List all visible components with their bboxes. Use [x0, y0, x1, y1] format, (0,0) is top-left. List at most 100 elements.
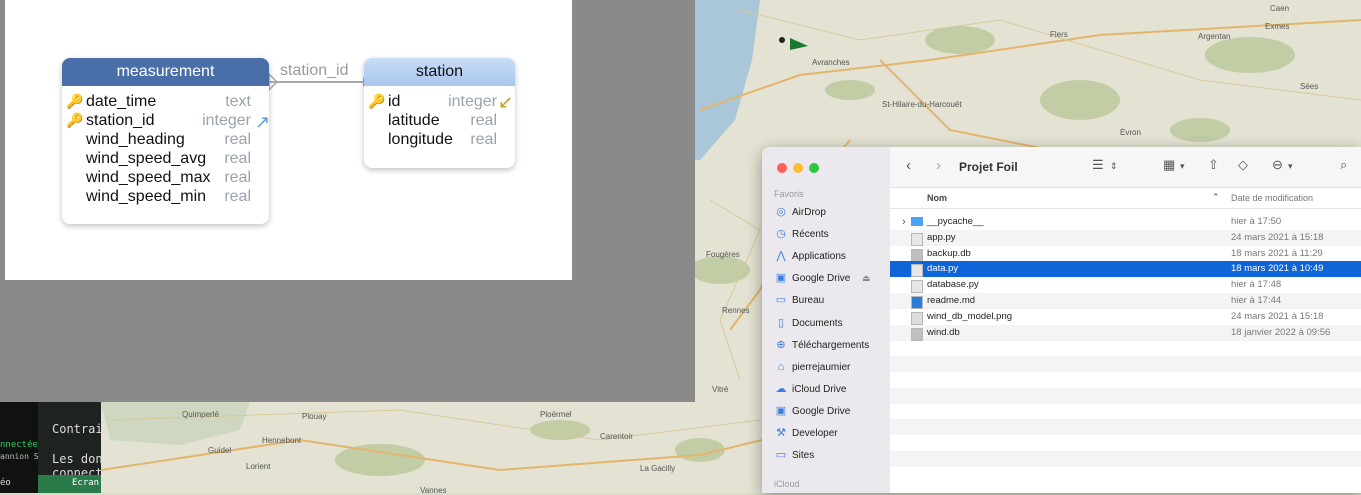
field-name: wind_speed_max [86, 169, 211, 186]
terminal-line: Les don [52, 452, 101, 466]
key-icon: 🔑 [66, 93, 84, 109]
map-label: Flers [1050, 30, 1068, 39]
sidebar-item-label: iCloud Drive [792, 383, 847, 395]
sidebar-item[interactable]: ▣ Google Drive ⏏ [774, 268, 871, 288]
field-name: wind_speed_avg [86, 150, 207, 167]
link-arrow-icon: ↙ [498, 92, 514, 112]
column-name-header[interactable]: Nom [927, 193, 947, 203]
field-row: wind_speed_max real [62, 168, 269, 187]
window-title: Projet Foil [959, 160, 1018, 174]
link-arrow-icon: ↗ [255, 112, 271, 132]
file-row[interactable]: wind_db_model.png 24 mars 2021 à 15:18 [890, 309, 1361, 325]
file-name: readme.md [927, 295, 976, 306]
file-date: 18 mars 2021 à 11:29 [1231, 247, 1323, 259]
field-name: date_time [86, 93, 157, 110]
file-row[interactable]: data.py 18 mars 2021 à 10:49 [890, 261, 1361, 278]
field-row: wind_speed_min real [62, 187, 269, 206]
file-name: __pycache__ [927, 216, 984, 227]
field-row: wind_speed_avg real [62, 149, 269, 168]
map-label: Lorient [246, 462, 271, 471]
file-row[interactable]: › __pycache__ hier à 17:50 [890, 214, 1361, 230]
file-date: hier à 17:50 [1231, 216, 1282, 227]
map-label: Vitré [712, 385, 729, 394]
field-type: integer [202, 112, 251, 129]
chevron-down-icon[interactable]: ▾ [1288, 161, 1293, 172]
field-row: 🔑 date_time text [62, 92, 269, 111]
empty-row [890, 404, 1361, 420]
close-button[interactable] [777, 163, 787, 173]
back-icon[interactable]: ‹ [906, 157, 911, 174]
terminal-sidebar: nnectée annion Sir éo [0, 402, 48, 493]
applications-icon: ⋀ [776, 250, 786, 263]
share-icon[interactable]: ⇧ [1208, 157, 1219, 173]
field-type: real [470, 112, 497, 129]
map-label: La Gacilly [640, 464, 676, 473]
forward-icon[interactable]: › [936, 157, 941, 174]
sort-chevron-icon[interactable]: ⌃ [1212, 192, 1220, 203]
map-label: Carentoir [600, 432, 633, 441]
tag-icon[interactable]: ◇ [1238, 157, 1248, 173]
sidebar-item-label: Developer [792, 428, 838, 439]
sidebar-item-label: Google Drive [792, 273, 851, 285]
field-type: integer [448, 93, 497, 110]
more-icon[interactable]: ⊖ [1272, 157, 1283, 173]
sidebar-item-label: Applications [792, 251, 846, 263]
sidebar-item[interactable]: ⚒ Developer [774, 423, 838, 443]
file-name: app.py [927, 231, 956, 243]
field-row: 🔑 id integer [364, 92, 515, 111]
column-date-header[interactable]: Date de modification [1231, 193, 1313, 203]
map-label: Sées [1300, 82, 1319, 91]
table-title: station [364, 58, 515, 86]
sidebar-item[interactable]: ⌂ pierrejaumier [774, 357, 851, 377]
terminal-line: Contrai [52, 422, 101, 436]
minimize-button[interactable] [793, 163, 803, 173]
sidebar-item[interactable]: ▭ Sites [774, 445, 814, 465]
disclosure-chevron-icon[interactable]: › [902, 214, 906, 230]
search-icon[interactable]: ⌕ [1340, 157, 1347, 173]
sidebar-item[interactable]: ◎ AirDrop [774, 202, 826, 222]
file-row[interactable]: app.py 24 mars 2021 à 15:18 [890, 229, 1361, 246]
empty-row [890, 435, 1361, 451]
sidebar-item[interactable]: ⋀ Applications [774, 246, 846, 266]
empty-row [890, 387, 1361, 404]
map-label: Exmes [1265, 22, 1290, 31]
field-type: text [225, 93, 251, 110]
sidebar-item-label: pierrejaumier [792, 361, 851, 373]
key-icon: 🔑 [66, 112, 84, 128]
file-row[interactable]: database.py hier à 17:48 [890, 277, 1361, 294]
chevron-updown-icon[interactable]: ⇕ [1110, 161, 1118, 172]
file-name: data.py [927, 263, 959, 275]
eject-icon[interactable]: ⏏ [862, 268, 871, 288]
map-label: Quimperlé [182, 410, 219, 419]
sidebar-item[interactable]: ▯ Documents [774, 313, 843, 333]
zoom-button[interactable] [809, 163, 819, 173]
table-station[interactable]: station 🔑 id integer latitude real longitude r… [364, 58, 515, 168]
markdown-file-icon [911, 296, 923, 309]
file-row[interactable]: wind.db 18 janvier 2022 à 09:56 [890, 324, 1361, 341]
sidebar-item[interactable]: ⊕ Téléchargements [774, 335, 869, 355]
chevron-down-icon[interactable]: ▾ [1180, 161, 1185, 172]
file-name: wind_db_model.png [927, 310, 1013, 322]
sidebar-item[interactable]: ☁ iCloud Drive [774, 379, 847, 399]
sidebar-item[interactable]: ▭ Bureau [774, 290, 824, 310]
diagram-viewer-window: station_id measurement 🔑 date_time text 🔑 st… [0, 0, 695, 402]
file-row[interactable]: readme.md hier à 17:44 [890, 293, 1361, 309]
empty-row [890, 451, 1361, 467]
file-row[interactable]: backup.db 18 mars 2021 à 11:29 [890, 246, 1361, 262]
file-date: 24 mars 2021 à 15:18 [1231, 231, 1324, 243]
sidebar-item-label: Bureau [792, 295, 825, 307]
table-measurement[interactable]: measurement 🔑 date_time text 🔑 station_id int… [62, 58, 269, 224]
terminal-pane[interactable]: Contrai Les don connect Ecran [38, 402, 101, 493]
sidebar-item[interactable]: ◷ Récents [774, 224, 829, 244]
empty-row [890, 467, 1361, 483]
footer-label: éo [0, 478, 11, 488]
drive-icon: ▣ [775, 404, 787, 417]
sidebar-item[interactable]: ▣ Google Drive [774, 401, 851, 421]
grid-view-icon[interactable]: ▦ [1163, 157, 1175, 173]
python-file-icon [911, 264, 923, 278]
relation-label: station_id [280, 62, 349, 79]
empty-row [890, 340, 1361, 356]
map-label: Évron [1120, 128, 1141, 137]
screen-tab[interactable]: Ecran [38, 475, 101, 493]
list-view-icon[interactable]: ☰ [1092, 157, 1104, 173]
